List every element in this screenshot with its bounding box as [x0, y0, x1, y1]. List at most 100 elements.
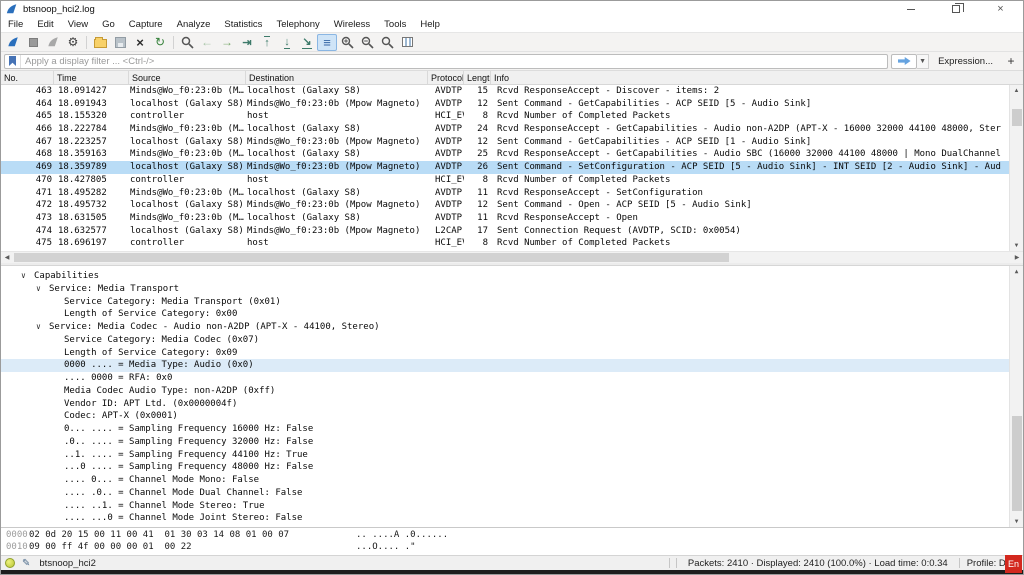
- expand-arrow-icon[interactable]: [51, 436, 64, 449]
- column-header-info[interactable]: Info: [491, 71, 1023, 84]
- column-header-destination[interactable]: Destination: [246, 71, 428, 84]
- expand-arrow-icon[interactable]: [21, 270, 34, 283]
- reload-file-button[interactable]: ↻: [150, 34, 170, 51]
- scroll-left-arrow[interactable]: ◀: [1, 252, 13, 263]
- close-button[interactable]: ×: [978, 1, 1023, 17]
- expand-arrow-icon[interactable]: [36, 321, 49, 334]
- zoom-in-button[interactable]: [337, 34, 357, 51]
- detail-line[interactable]: Length of Service Category: 0x00: [1, 308, 1023, 321]
- expand-arrow-icon[interactable]: [51, 398, 64, 411]
- open-file-button[interactable]: [90, 34, 110, 51]
- expand-arrow-icon[interactable]: [51, 334, 64, 347]
- detail-line[interactable]: Capabilities: [1, 270, 1023, 283]
- close-file-button[interactable]: ×: [130, 34, 150, 51]
- start-capture-button[interactable]: [3, 34, 23, 51]
- display-filter-input[interactable]: [21, 56, 887, 67]
- add-filter-button[interactable]: +: [1002, 54, 1020, 68]
- detail-line[interactable]: .... ...0 = Channel Mode Joint Stereo: F…: [1, 512, 1023, 525]
- details-vertical-scrollbar[interactable]: ▲ ▼: [1009, 266, 1023, 527]
- packet-list-horizontal-scrollbar[interactable]: ◀ ▶: [1, 251, 1023, 263]
- menu-item[interactable]: Capture: [122, 19, 170, 30]
- expand-arrow-icon[interactable]: [51, 512, 64, 525]
- expert-info-icon[interactable]: [5, 558, 15, 568]
- stop-capture-button[interactable]: [23, 34, 43, 51]
- expand-arrow-icon[interactable]: [51, 423, 64, 436]
- scroll-up-arrow[interactable]: ▲: [1010, 85, 1023, 96]
- zoom-out-button[interactable]: [357, 34, 377, 51]
- capture-comment-icon[interactable]: ✎: [22, 558, 30, 569]
- minimize-button[interactable]: [888, 1, 933, 17]
- packet-list-vertical-scrollbar[interactable]: ▲ ▼: [1009, 85, 1023, 251]
- expand-arrow-icon[interactable]: [51, 385, 64, 398]
- table-row[interactable]: 472 18.495732 localhost (Galaxy S8) Mind…: [1, 199, 1023, 212]
- save-file-button[interactable]: [110, 34, 130, 51]
- scrollbar-thumb[interactable]: [14, 253, 729, 262]
- go-forward-button[interactable]: →: [217, 34, 237, 51]
- expand-arrow-icon[interactable]: [51, 449, 64, 462]
- column-header-time[interactable]: Time: [54, 71, 129, 84]
- menu-item[interactable]: Edit: [30, 19, 60, 30]
- detail-line[interactable]: .... .0.. = Channel Mode Dual Channel: F…: [1, 487, 1023, 500]
- table-row[interactable]: 473 18.631505 Minds@Wo_f0:23:0b (M… loca…: [1, 212, 1023, 225]
- menu-item[interactable]: Go: [95, 19, 122, 30]
- scrollbar-thumb[interactable]: [1012, 109, 1022, 126]
- scroll-down-arrow[interactable]: ▼: [1010, 240, 1023, 251]
- menu-item[interactable]: Statistics: [217, 19, 269, 30]
- menu-item[interactable]: Tools: [377, 19, 413, 30]
- expand-arrow-icon[interactable]: [51, 410, 64, 423]
- expand-arrow-icon[interactable]: [51, 296, 64, 309]
- table-row[interactable]: 468 18.359163 Minds@Wo_f0:23:0b (M… loca…: [1, 148, 1023, 161]
- expand-arrow-icon[interactable]: [51, 347, 64, 360]
- resize-columns-button[interactable]: [397, 34, 417, 51]
- menu-item[interactable]: View: [61, 19, 95, 30]
- detail-line[interactable]: Service Category: Media Codec (0x07): [1, 334, 1023, 347]
- expression-button[interactable]: Expression...: [929, 56, 1002, 67]
- filter-bookmark-button[interactable]: [5, 55, 21, 68]
- expand-arrow-icon[interactable]: [51, 474, 64, 487]
- table-row[interactable]: 470 18.427805 controller host HCI_EVT 8 …: [1, 174, 1023, 187]
- detail-line[interactable]: .0.. .... = Sampling Frequency 32000 Hz:…: [1, 436, 1023, 449]
- filter-history-dropdown[interactable]: ▼: [917, 54, 929, 69]
- auto-scroll-button[interactable]: ↘: [297, 34, 317, 51]
- expand-arrow-icon[interactable]: [51, 461, 64, 474]
- expand-arrow-icon[interactable]: [36, 283, 49, 296]
- table-row[interactable]: 471 18.495282 Minds@Wo_f0:23:0b (M… loca…: [1, 187, 1023, 200]
- expand-arrow-icon[interactable]: [51, 308, 64, 321]
- table-row[interactable]: 465 18.155320 controller host HCI_EVT 8 …: [1, 110, 1023, 123]
- menu-item[interactable]: Help: [413, 19, 447, 30]
- table-row[interactable]: 469 18.359789 localhost (Galaxy S8) Mind…: [1, 161, 1023, 174]
- expand-arrow-icon[interactable]: [51, 359, 64, 372]
- capture-options-button[interactable]: ⚙: [63, 34, 83, 51]
- detail-line[interactable]: .... ..1. = Channel Mode Stereo: True: [1, 500, 1023, 513]
- menu-item[interactable]: File: [1, 19, 30, 30]
- column-header-length[interactable]: Length: [464, 71, 491, 84]
- go-to-bottom-button[interactable]: ↓: [277, 34, 297, 51]
- table-row[interactable]: 474 18.632577 localhost (Galaxy S8) Mind…: [1, 225, 1023, 238]
- expand-arrow-icon[interactable]: [51, 487, 64, 500]
- table-row[interactable]: 463 18.091427 Minds@Wo_f0:23:0b (M… loca…: [1, 85, 1023, 98]
- column-header-protocol[interactable]: Protocol: [428, 71, 464, 84]
- detail-line[interactable]: .... 0... = Channel Mode Mono: False: [1, 474, 1023, 487]
- scroll-right-arrow[interactable]: ▶: [1011, 252, 1023, 263]
- scroll-down-arrow[interactable]: ▼: [1010, 516, 1023, 527]
- detail-line[interactable]: 0... .... = Sampling Frequency 16000 Hz:…: [1, 423, 1023, 436]
- detail-line[interactable]: Codec: APT-X (0x0001): [1, 410, 1023, 423]
- detail-line[interactable]: Vendor ID: APT Ltd. (0x0000004f): [1, 398, 1023, 411]
- menu-item[interactable]: Analyze: [170, 19, 218, 30]
- go-to-packet-button[interactable]: ⇥: [237, 34, 257, 51]
- scroll-up-arrow[interactable]: ▲: [1010, 266, 1023, 277]
- detail-line[interactable]: Service Category: Media Transport (0x01): [1, 296, 1023, 309]
- detail-line[interactable]: Service: Media Codec - Audio non-A2DP (A…: [1, 321, 1023, 334]
- restore-button[interactable]: [933, 1, 978, 17]
- column-header-no[interactable]: No.: [1, 71, 54, 84]
- scrollbar-thumb[interactable]: [1012, 416, 1022, 511]
- detail-line[interactable]: Length of Service Category: 0x09: [1, 347, 1023, 360]
- find-packet-button[interactable]: [177, 34, 197, 51]
- expand-arrow-icon[interactable]: [51, 372, 64, 385]
- hex-row[interactable]: 0010 09 00 ff 4f 00 00 00 01 00 22 ...O.…: [1, 542, 1023, 554]
- detail-line[interactable]: Media Codec Audio Type: non-A2DP (0xff): [1, 385, 1023, 398]
- table-row[interactable]: 467 18.223257 localhost (Galaxy S8) Mind…: [1, 136, 1023, 149]
- go-to-top-button[interactable]: ↑: [257, 34, 277, 51]
- go-back-button[interactable]: ←: [197, 34, 217, 51]
- menu-item[interactable]: Telephony: [269, 19, 326, 30]
